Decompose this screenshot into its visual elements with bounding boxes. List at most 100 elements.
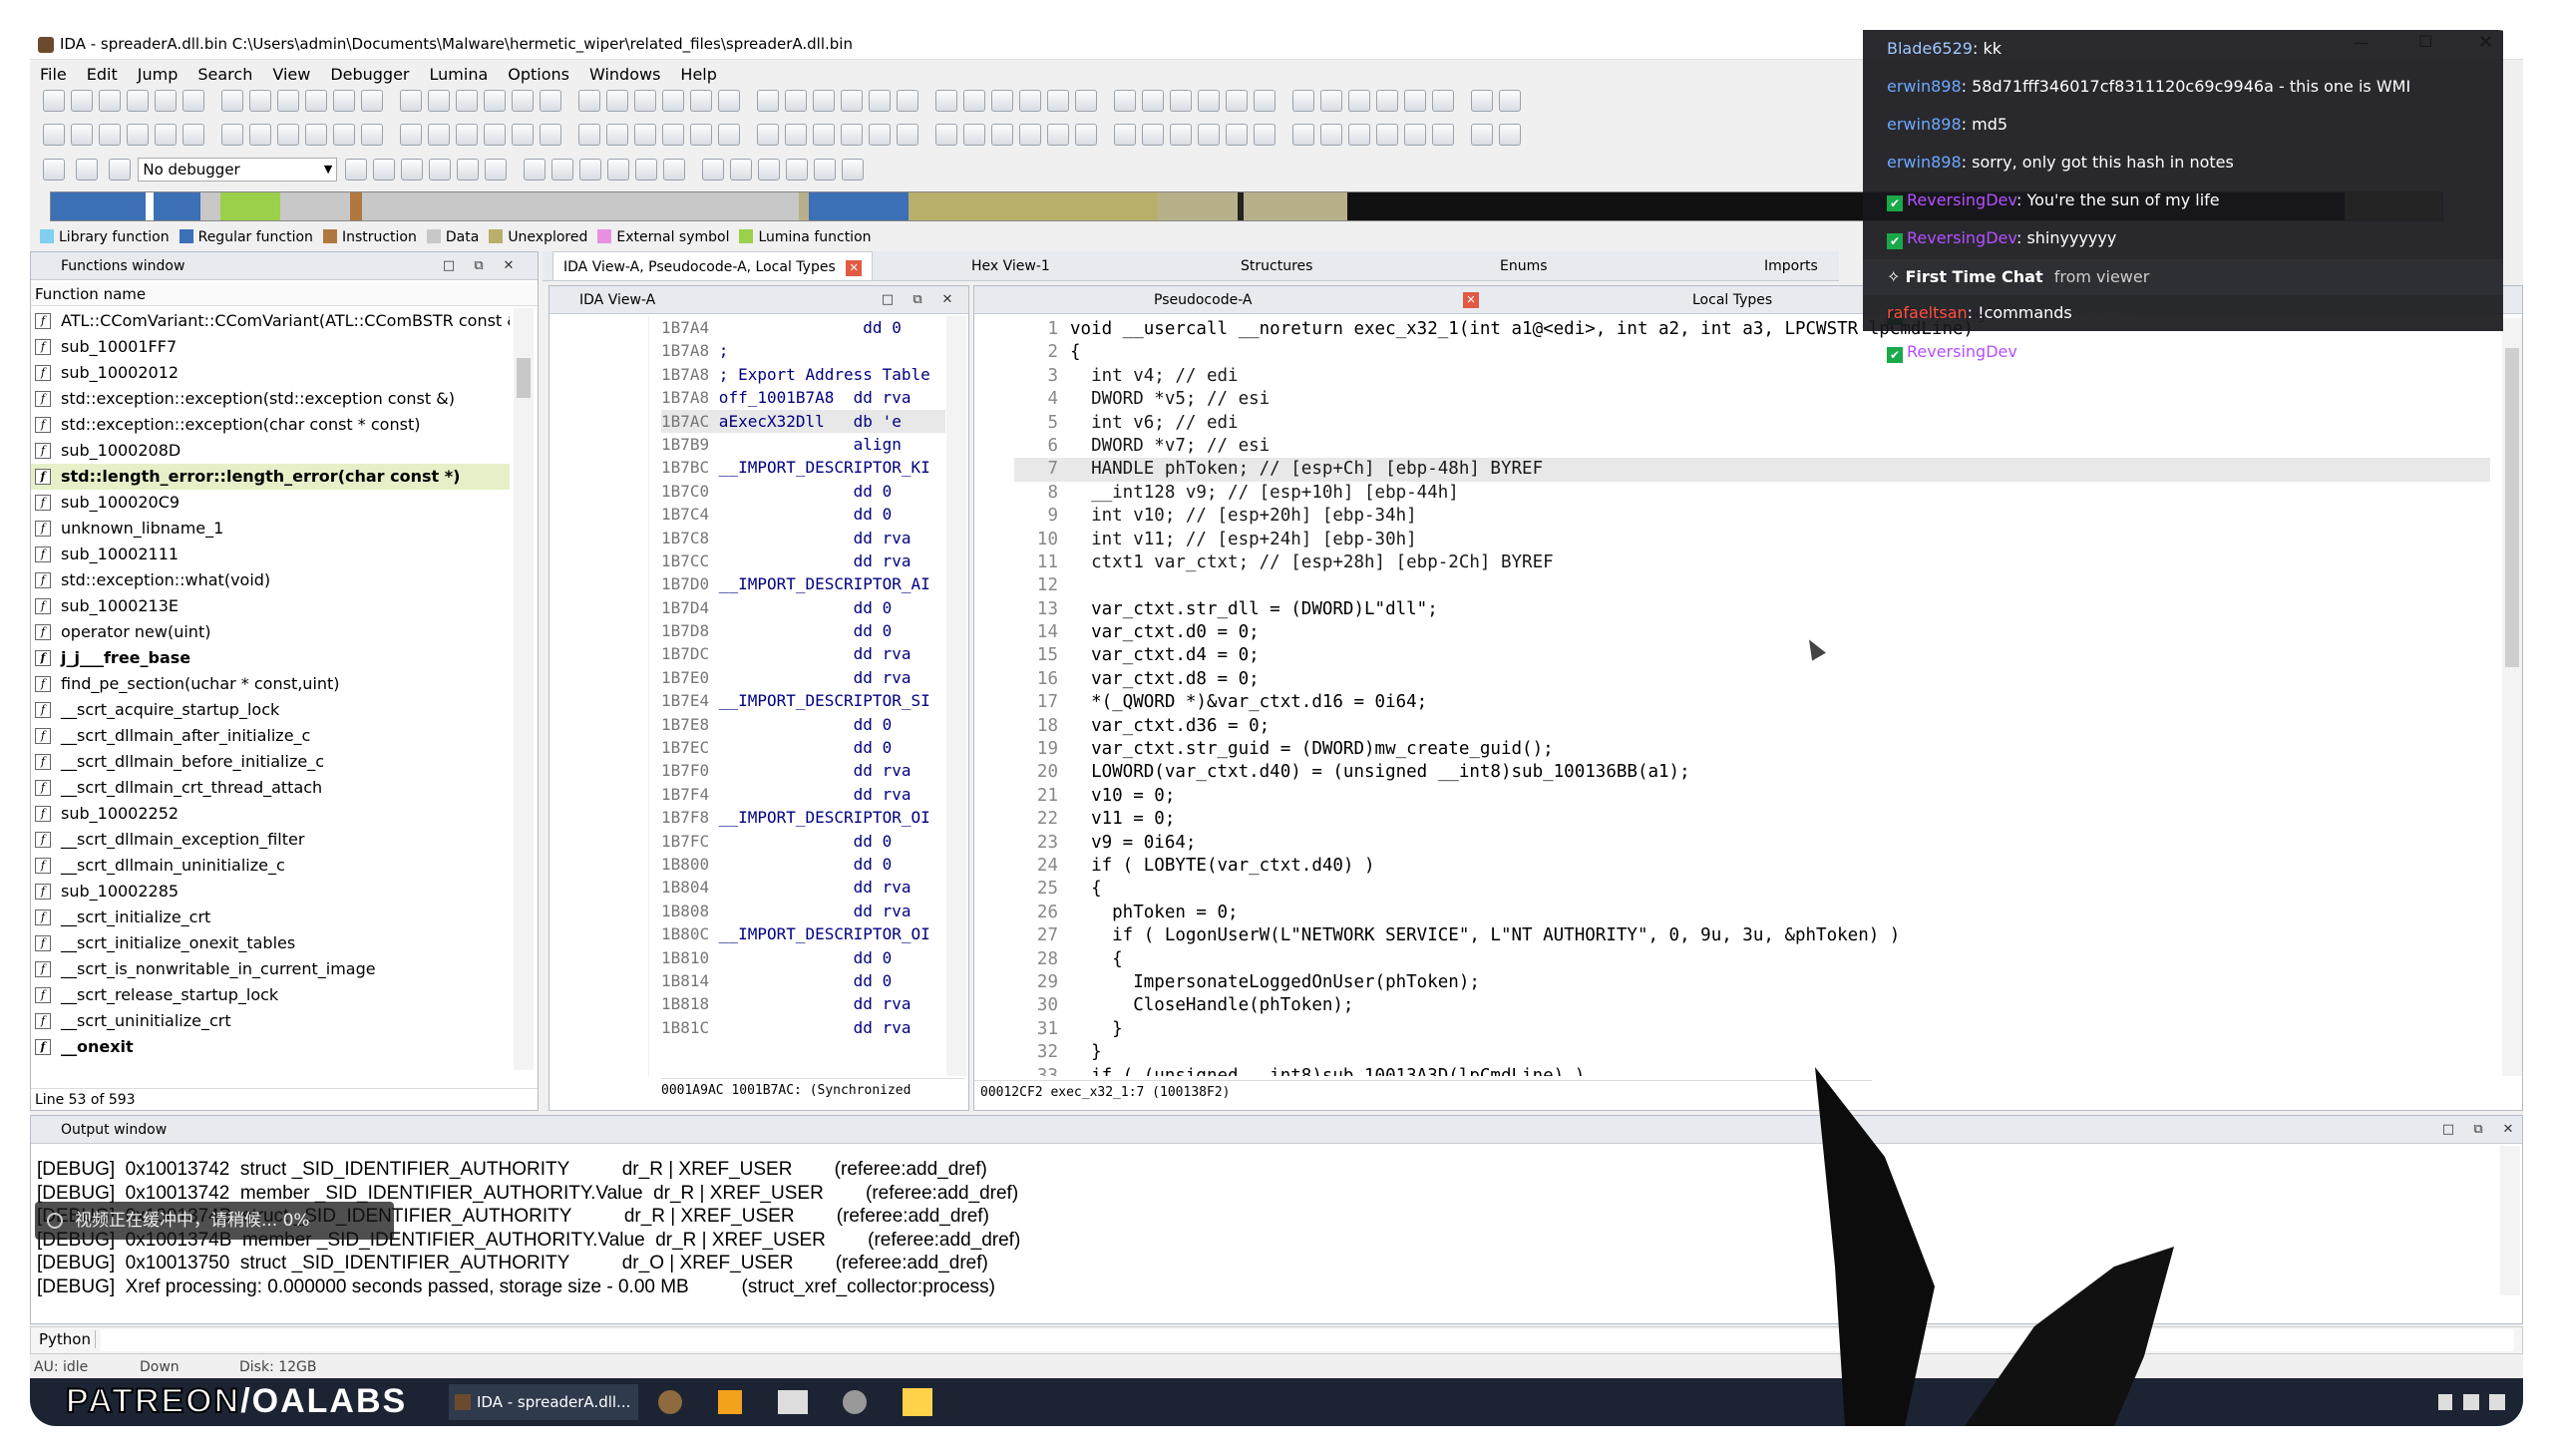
tool-toolbar-icon[interactable] [1432,124,1454,146]
menu-item-jump[interactable]: Jump [138,65,179,84]
tool-toolbar-icon[interactable] [690,124,712,146]
tool-toolbar-icon[interactable] [155,124,177,146]
tool-toolbar-icon[interactable] [127,124,149,146]
tool-toolbar-icon[interactable] [345,159,368,181]
tool-toolbar-icon[interactable] [1142,124,1164,146]
tool-toolbar-icon[interactable] [1499,124,1521,146]
pseudocode-line[interactable]: 14 var_ctxt.d0 = 0; [1014,621,2490,644]
tool-toolbar-icon[interactable] [1047,124,1069,146]
function-list-item[interactable]: f sub_10002111 [31,542,510,567]
pseudocode-line[interactable]: 29 ImpersonateLoggedOnUser(phToken); [1014,971,2490,994]
taskbar-app-icon[interactable] [843,1390,867,1414]
tool-toolbar-icon[interactable] [869,124,891,146]
tool-toolbar-icon[interactable] [935,124,957,146]
function-list-item[interactable]: f __onexit [31,1034,510,1060]
tool-toolbar-icon[interactable] [1047,90,1069,112]
function-list-item[interactable]: f __scrt_release_startup_lock [31,982,510,1008]
tool-toolbar-icon[interactable] [1254,90,1276,112]
tool-toolbar-icon[interactable] [373,159,396,181]
tool-toolbar-icon[interactable] [606,124,628,146]
tool-toolbar-icon[interactable] [758,159,781,181]
tool-toolbar-icon[interactable] [991,124,1013,146]
tool-toolbar-icon[interactable] [457,159,480,181]
tool-toolbar-icon[interactable] [249,124,271,146]
tool-toolbar-icon[interactable] [99,90,121,112]
functions-scrollbar[interactable] [514,308,534,1070]
tool-toolbar-icon[interactable] [551,159,574,181]
python-label[interactable]: Python [35,1330,96,1348]
disasm-row[interactable]: 1B808 dd rva [661,900,945,922]
disasm-row[interactable]: 1B810 dd 0 [661,946,945,969]
tool-toolbar-icon[interactable] [702,159,725,181]
tab-close-icon[interactable]: ✕ [846,260,863,276]
tool-toolbar-icon[interactable] [757,90,779,112]
disasm-row[interactable]: 1B7B9 align [661,433,945,456]
pseudocode-line[interactable]: 18 var_ctxt.d36 = 0; [1014,715,2490,738]
tool-toolbar-icon[interactable] [813,124,835,146]
function-list-item[interactable]: f find_pe_section(uchar * const,uint) [31,671,510,697]
pseudocode-line[interactable]: 23 v9 = 0i64; [1014,832,2490,855]
tool-toolbar-icon[interactable] [1198,90,1220,112]
taskbar-app-icon[interactable] [718,1390,742,1414]
tool-toolbar-icon[interactable] [71,124,93,146]
tool-toolbar-icon[interactable] [428,124,450,146]
tool-toolbar-icon[interactable] [1198,124,1220,146]
pseudocode-line[interactable]: 24 if ( LOBYTE(var_ctxt.d40) ) [1014,855,2490,878]
function-list-item[interactable]: f std::exception::what(void) [31,567,510,593]
tool-toolbar-icon[interactable] [249,90,271,112]
function-list-item[interactable]: f sub_10001FF7 [31,334,510,360]
tool-toolbar-icon[interactable] [785,124,807,146]
disasm-row[interactable]: 1B7D4 dd 0 [661,596,945,619]
tool-toolbar-icon[interactable] [1499,90,1521,112]
function-list-item[interactable]: f __scrt_dllmain_before_initialize_c [31,749,510,775]
panel-close-button[interactable]: ✕ [938,291,956,309]
tab-close-icon[interactable]: ✕ [1463,292,1479,308]
function-list-item[interactable]: f ATL::CComVariant::CComVariant(ATL::CCom… [31,308,510,334]
function-list-item[interactable]: f sub_10002285 [31,879,510,905]
tool-toolbar-icon[interactable] [869,90,891,112]
tab-enums[interactable]: Enums [1500,251,1548,281]
tab-imports[interactable]: Imports [1764,251,1818,281]
tool-toolbar-icon[interactable] [718,90,740,112]
function-list-item[interactable]: f __scrt_dllmain_uninitialize_c [31,853,510,879]
disasm-row[interactable]: 1B7F4 dd rva [661,783,945,806]
tool-toolbar-icon[interactable] [1075,90,1097,112]
tool-toolbar-icon[interactable] [99,124,121,146]
tool-toolbar-icon[interactable] [484,90,506,112]
tool-toolbar-icon[interactable] [634,90,656,112]
local-types-tab[interactable]: Local Types [1692,286,1772,314]
tool-toolbar-icon[interactable] [1348,90,1370,112]
pseudocode-line[interactable]: 32 } [1014,1041,2490,1064]
taskbar-app-icon[interactable] [903,1388,932,1416]
tray-icon[interactable] [2438,1394,2452,1410]
pseudocode-line[interactable]: 15 var_ctxt.d4 = 0; [1014,644,2490,667]
tool-toolbar-icon[interactable] [841,90,863,112]
pause-icon[interactable] [75,159,98,181]
disasm-row[interactable]: 1B7D0 __IMPORT_DESCRIPTOR_AI [661,572,945,595]
tool-toolbar-icon[interactable] [305,124,327,146]
stop-icon[interactable] [108,159,131,181]
pseudocode-line[interactable]: 17 *(_QWORD *)&var_ctxt.d16 = 0i64; [1014,691,2490,714]
tool-toolbar-icon[interactable] [578,90,600,112]
taskbar-app-icon[interactable] [778,1390,808,1414]
tool-toolbar-icon[interactable] [277,124,299,146]
function-list-item[interactable]: f std::length_error::length_error(char co… [31,464,510,490]
tool-toolbar-icon[interactable] [540,124,561,146]
tool-toolbar-icon[interactable] [221,124,243,146]
tool-toolbar-icon[interactable] [786,159,809,181]
tool-toolbar-icon[interactable] [540,90,561,112]
function-list-item[interactable]: f sub_1000208D [31,438,510,464]
function-list-item[interactable]: f std::exception::exception(char const * … [31,412,510,438]
pseudocode-tab[interactable]: Pseudocode-A [1154,286,1253,314]
disasm-row[interactable]: 1B7E0 dd rva [661,666,945,689]
pseudocode-line[interactable]: 31 } [1014,1018,2490,1041]
function-list-item[interactable]: f sub_10002012 [31,360,510,386]
tool-toolbar-icon[interactable] [991,90,1013,112]
pseudocode-line[interactable]: 22 v11 = 0; [1014,808,2490,831]
disasm-row[interactable]: 1B7BC __IMPORT_DESCRIPTOR_KI [661,456,945,479]
pseudocode-line[interactable]: 4 DWORD *v5; // esi [1014,388,2490,411]
tool-toolbar-icon[interactable] [429,159,452,181]
tool-toolbar-icon[interactable] [578,124,600,146]
tool-toolbar-icon[interactable] [635,159,658,181]
tool-toolbar-icon[interactable] [662,124,684,146]
